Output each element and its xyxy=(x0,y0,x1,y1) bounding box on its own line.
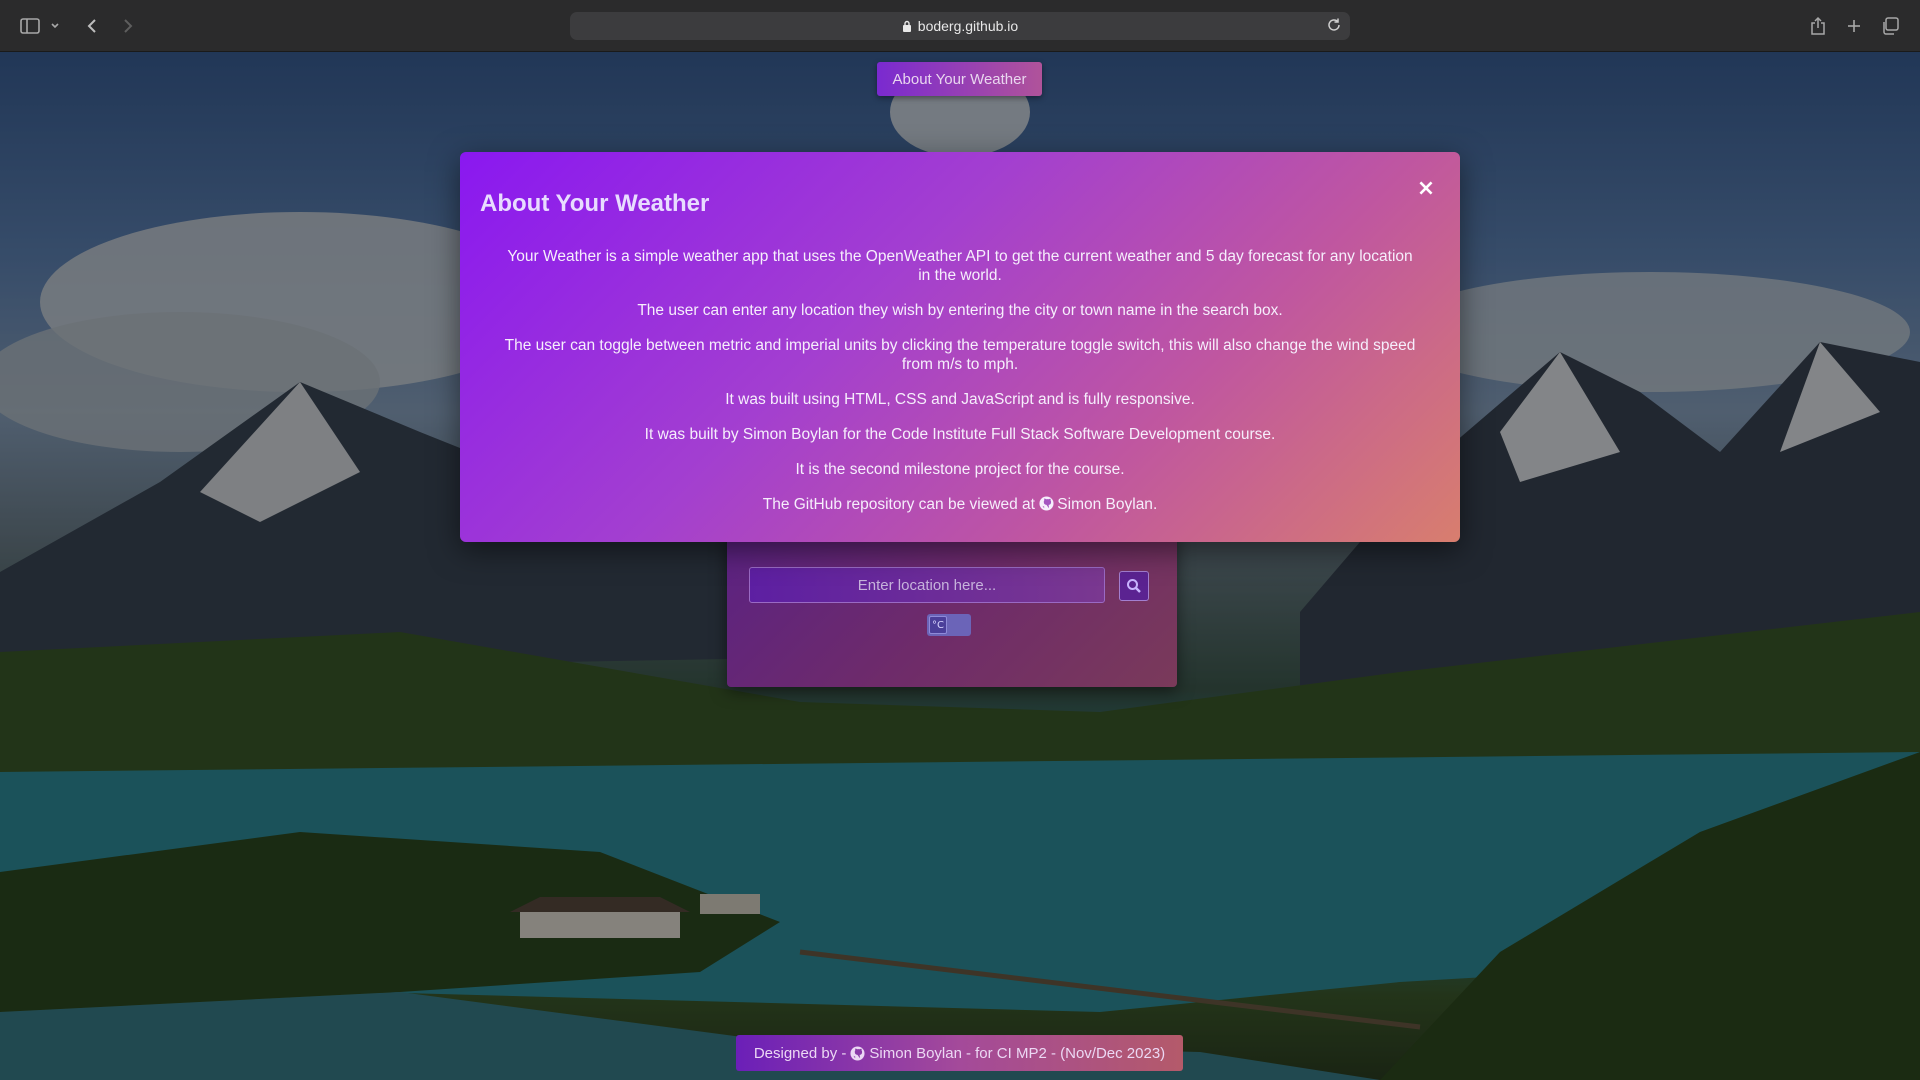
chevron-down-icon[interactable] xyxy=(48,14,62,38)
close-icon[interactable]: × xyxy=(1414,176,1438,201)
github-icon xyxy=(1039,496,1054,511)
unit-toggle-knob: °C xyxy=(929,616,947,634)
page-viewport: About Your Weather °C About Your Weather… xyxy=(0,52,1920,1080)
tabs-overview-icon[interactable] xyxy=(1878,14,1902,38)
reload-icon[interactable] xyxy=(1326,17,1342,33)
github-prefix: The GitHub repository can be viewed at xyxy=(762,496,1035,513)
modal-title: About Your Weather xyxy=(480,190,710,217)
sidebar-icon[interactable] xyxy=(18,14,42,38)
browser-toolbar: boderg.github.io xyxy=(0,0,1920,52)
url-text: boderg.github.io xyxy=(917,18,1019,34)
unit-toggle-switch[interactable]: °C xyxy=(927,614,971,636)
github-suffix: . xyxy=(1152,496,1158,513)
modal-paragraph: It is the second milestone project for t… xyxy=(795,461,1125,478)
github-icon xyxy=(850,1045,865,1061)
modal-body: Your Weather is a simple weather app tha… xyxy=(500,247,1420,530)
modal-github-paragraph: The GitHub repository can be viewed at S… xyxy=(500,495,1420,514)
search-icon xyxy=(1127,579,1141,593)
footer: Designed by - Simon Boylan - for CI MP2 … xyxy=(736,1035,1183,1071)
modal-paragraph: Your Weather is a simple weather app tha… xyxy=(507,248,1413,284)
share-icon[interactable] xyxy=(1806,14,1830,38)
forward-icon[interactable] xyxy=(116,14,140,38)
about-modal: About Your Weather × Your Weather is a s… xyxy=(460,152,1460,542)
about-button[interactable]: About Your Weather xyxy=(877,62,1042,96)
address-bar[interactable]: boderg.github.io xyxy=(570,12,1350,40)
footer-prefix: Designed by - xyxy=(753,1044,847,1062)
search-input[interactable] xyxy=(749,567,1105,603)
back-icon[interactable] xyxy=(80,14,104,38)
new-tab-icon[interactable] xyxy=(1842,14,1866,38)
footer-author-link[interactable]: Simon Boylan xyxy=(869,1045,962,1062)
modal-paragraph: The user can enter any location they wis… xyxy=(637,302,1283,319)
modal-paragraph: It was built using HTML, CSS and JavaScr… xyxy=(725,391,1195,408)
footer-suffix: - for CI MP2 - (Nov/Dec 2023) xyxy=(965,1044,1166,1062)
modal-paragraph: The user can toggle between metric and i… xyxy=(504,337,1416,373)
search-button[interactable] xyxy=(1119,571,1149,601)
modal-paragraph: It was built by Simon Boylan for the Cod… xyxy=(644,426,1276,443)
weather-search-card: °C xyxy=(727,532,1177,687)
github-link[interactable]: Simon Boylan xyxy=(1057,496,1153,513)
lock-icon xyxy=(902,20,912,32)
